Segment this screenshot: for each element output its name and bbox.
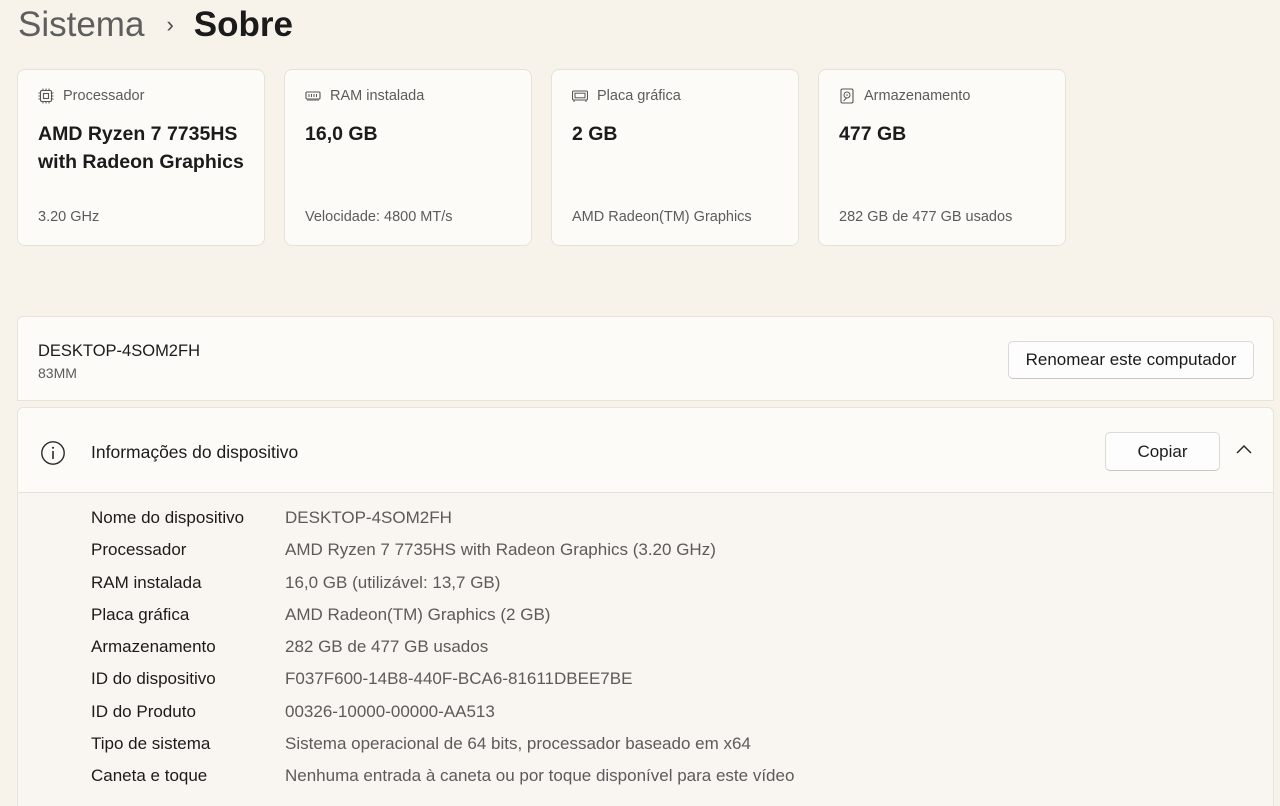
card-value: AMD Ryzen 7 7735HS with Radeon Graphics (38, 123, 244, 173)
card-subtext: AMD Radeon(TM) Graphics (572, 209, 752, 225)
computer-name-section: DESKTOP-4SOM2FH 83MM Renomear este compu… (17, 316, 1274, 401)
card-label: RAM instalada (330, 88, 425, 104)
card-subtext: 3.20 GHz (38, 209, 100, 225)
spec-label: ID do dispositivo (91, 669, 216, 689)
processor-icon (38, 88, 54, 104)
about-page: Sistema › Sobre Processador AMD Ryzen 7 … (0, 0, 1280, 806)
spec-label: ID do Produto (91, 701, 196, 721)
card-subtext: 282 GB de 477 GB usados (839, 209, 1013, 225)
info-icon (41, 441, 65, 465)
spec-label: Caneta e toque (91, 766, 208, 786)
spec-value: Nenhuma entrada à caneta ou por toque di… (285, 766, 795, 786)
spec-label: Placa gráfica (91, 604, 190, 624)
spec-label: Nome do dispositivo (91, 508, 245, 527)
card-label: Placa gráfica (597, 88, 681, 104)
chevron-up-icon[interactable] (1234, 442, 1254, 458)
storage-icon (840, 88, 854, 104)
spec-value: DESKTOP-4SOM2FH (285, 508, 452, 527)
ram-icon (305, 91, 321, 101)
spec-value: 282 GB de 477 GB usados (285, 637, 489, 657)
page-title: Sobre (193, 5, 293, 44)
spec-value: AMD Radeon(TM) Graphics (2 GB) (285, 604, 551, 624)
card-subtext: Velocidade: 4800 MT/s (305, 209, 453, 225)
spec-label: Armazenamento (91, 637, 216, 657)
spec-value: Sistema operacional de 64 bits, processa… (285, 734, 751, 754)
device-info-section: Informações do dispositivo Copiar Nome d… (17, 407, 1274, 806)
spec-value: F037F600-14B8-440F-BCA6-81611DBEE7BE (285, 669, 633, 689)
spec-value: AMD Ryzen 7 7735HS with Radeon Graphics … (285, 540, 716, 560)
ram-card: RAM instalada 16,0 GB Velocidade: 4800 M… (284, 69, 532, 246)
breadcrumb-sistema[interactable]: Sistema (18, 5, 144, 45)
spec-value: 16,0 GB (utilizável: 13,7 GB) (285, 572, 501, 592)
gpu-card: Placa gráfica 2 GB AMD Radeon(TM) Graphi… (551, 69, 799, 246)
device-info-header[interactable]: Informações do dispositivo Copiar (18, 408, 1273, 493)
copy-button[interactable]: Copiar (1105, 432, 1220, 471)
computer-model: 83MM (38, 365, 77, 381)
spec-label: Tipo de sistema (91, 734, 211, 754)
device-info-title: Informações do dispositivo (91, 442, 299, 462)
rename-pc-button[interactable]: Renomear este computador (1008, 341, 1254, 379)
storage-card: Armazenamento 477 GB 282 GB de 477 GB us… (818, 69, 1066, 246)
card-label: Armazenamento (864, 88, 971, 104)
gpu-icon (572, 90, 588, 102)
card-value: 477 GB (839, 123, 907, 145)
card-label: Processador (63, 88, 145, 104)
spec-value: 00326-10000-00000-AA513 (285, 701, 495, 721)
chevron-right-icon: › (166, 12, 174, 37)
card-value: 16,0 GB (305, 123, 378, 145)
processor-card: Processador AMD Ryzen 7 7735HS with Rade… (17, 69, 265, 246)
spec-label: Processador (91, 540, 187, 560)
breadcrumb: Sistema › Sobre (18, 2, 293, 48)
spec-label: RAM instalada (91, 572, 202, 592)
card-value: 2 GB (572, 123, 618, 145)
computer-name: DESKTOP-4SOM2FH (38, 342, 200, 360)
